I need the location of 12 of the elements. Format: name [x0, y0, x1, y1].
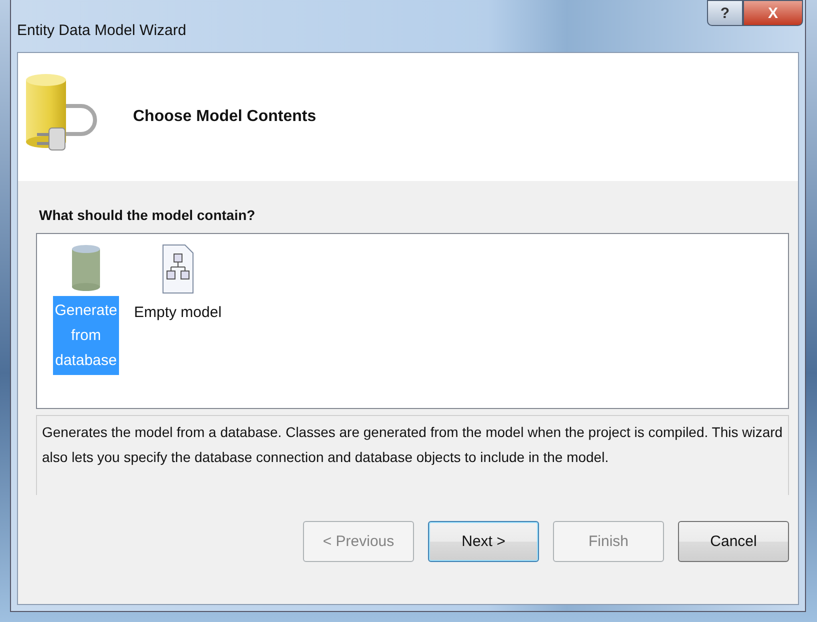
- database-icon: [71, 244, 101, 292]
- window-title: Entity Data Model Wizard: [17, 22, 186, 38]
- option-label: Generate from database: [53, 296, 119, 375]
- question-label: What should the model contain?: [39, 207, 256, 223]
- wizard-button[interactable]: Cancel: [678, 521, 789, 562]
- model-option[interactable]: Empty model: [133, 244, 223, 327]
- diagram-document-icon: [162, 244, 194, 294]
- page-title: Choose Model Contents: [133, 108, 316, 126]
- option-label: Empty model: [133, 303, 223, 323]
- description-text: Generates the model from a database. Classes are generated from the model when the project is compiled. This wizard also lets you specify the database connection and database objects to include in the model.: [42, 423, 783, 467]
- help-button[interactable]: ?: [707, 0, 743, 26]
- wizard-button[interactable]: Next >: [428, 521, 539, 562]
